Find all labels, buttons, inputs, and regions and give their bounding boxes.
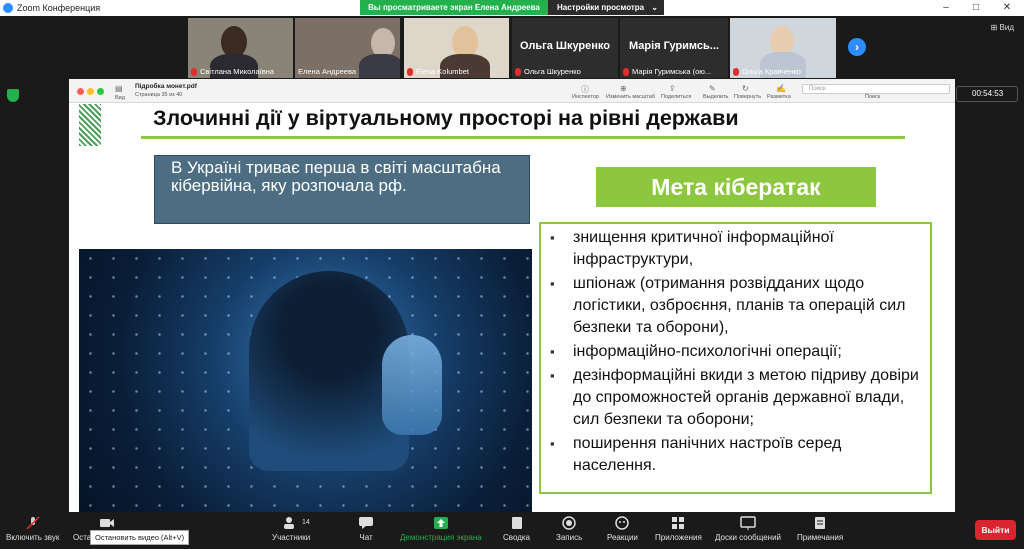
raised-hand — [382, 335, 442, 435]
whiteboard-icon — [740, 516, 756, 530]
notes-button[interactable]: Примечания — [797, 516, 843, 542]
participant-tile[interactable]: Elena Kolumbet — [404, 18, 509, 78]
inspector-label: Инспектор — [572, 94, 599, 100]
screen-share-banner: Вы просматриваете экран Елена Андреева Н… — [360, 0, 664, 15]
participant-name: Elena Kolumbet — [407, 67, 469, 76]
share-icon[interactable]: ⇪ — [669, 84, 676, 93]
unmute-button[interactable]: Включить звук — [6, 516, 59, 542]
bullet-item: інформаційно-психологічні операції; — [550, 341, 926, 363]
pdf-viewer-toolbar: ▤ Вид Підробка монет.pdf Страница 35 из … — [69, 79, 955, 103]
mic-muted-icon — [623, 67, 629, 76]
zoom-app-icon — [3, 3, 13, 13]
maximize-button[interactable]: □ — [961, 0, 991, 16]
smiley-icon — [615, 516, 630, 530]
intro-box: В Україні триває перша в світі масштабна… — [154, 155, 530, 224]
share-label: Поделиться — [661, 94, 692, 100]
participant-name: Ольга Шкуренко — [515, 67, 581, 76]
participant-tile[interactable]: Світлана Миколаївна — [188, 18, 293, 78]
bullet-item: поширення панічних настроїв серед населе… — [550, 433, 926, 477]
video-camera-icon — [100, 519, 115, 527]
slide-title: Злочинні дії у віртуальному просторі на … — [153, 106, 739, 130]
mic-muted-icon — [191, 67, 197, 76]
participant-name: Елена Андреева — [298, 67, 357, 76]
minimize-button[interactable]: – — [931, 0, 961, 16]
participants-count: 14 — [302, 519, 310, 526]
leave-meeting-button[interactable]: Выйти — [975, 520, 1016, 540]
participant-display-name: Ольга Шкуренко — [519, 40, 610, 52]
hacker-illustration — [79, 249, 532, 520]
participant-tile[interactable]: Марія Гуримсь... Марія Гуримська (ою... — [620, 18, 728, 78]
share-screen-button[interactable]: Демонстрация экрана — [400, 516, 482, 542]
participant-video-body — [359, 54, 400, 78]
sidebar-icon[interactable]: ▤ — [115, 84, 123, 93]
participant-tile[interactable]: Ольга Шкуренко Ольга Шкуренко — [512, 18, 618, 78]
mic-muted-icon — [407, 67, 413, 76]
notes-icon — [815, 517, 826, 529]
view-settings-button[interactable]: Настройки просмотра ⌄ — [548, 0, 664, 15]
mic-muted-icon — [733, 67, 739, 76]
participant-name: Ольга Кравченко — [733, 67, 801, 76]
highlight-label: Выделить — [703, 94, 729, 100]
participant-display-name: Марія Гуримсь... — [629, 40, 719, 52]
pdf-search-input[interactable]: Поиск — [802, 84, 950, 94]
view-button[interactable]: ⊞ Вид — [991, 23, 1014, 32]
close-button[interactable]: ✕ — [992, 0, 1022, 16]
chat-icon — [359, 517, 373, 529]
highlight-icon[interactable]: ✎ — [709, 84, 716, 93]
bullet-item: дезінформаційні вкиди з метою підриву до… — [550, 365, 926, 431]
summary-icon — [511, 517, 522, 529]
view-settings-label: Настройки просмотра — [557, 3, 645, 12]
goal-bullet-list: знищення критичної інформаційної інфраст… — [539, 222, 932, 494]
video-tooltip: Остановить видео (Alt+V) — [90, 530, 190, 545]
pdf-file-name: Підробка монет.pdf — [135, 83, 197, 90]
participant-name: Світлана Миколаївна — [191, 67, 274, 76]
close-window-dot[interactable] — [77, 88, 84, 95]
reactions-button[interactable]: Реакции — [607, 516, 638, 542]
bullet-item: шпіонаж (отримання розвідданих щодо логі… — [550, 273, 926, 339]
participant-tile[interactable]: Ольга Кравченко — [730, 18, 836, 78]
slide: Злочинні дії у віртуальному просторі на … — [79, 104, 955, 520]
participant-name: Марія Гуримська (ою... — [623, 67, 711, 76]
pdf-search-label: Поиск — [865, 94, 881, 100]
mic-off-icon — [26, 516, 40, 530]
zoom-label: Изменить масштаб — [606, 94, 656, 100]
next-participants-arrow-icon[interactable]: › — [848, 38, 866, 56]
minimize-window-dot[interactable] — [87, 88, 94, 95]
window-title: Zoom Конференция — [17, 3, 101, 13]
bullet-item: знищення критичної інформаційної інфраст… — [550, 227, 926, 271]
whiteboards-button[interactable]: Доски сообщений — [715, 516, 781, 542]
markup-label: Разметка — [767, 94, 791, 100]
meeting-timer: 00:54:53 — [956, 86, 1018, 102]
record-button[interactable]: Запись — [556, 516, 582, 542]
participant-tile[interactable]: Елена Андреева — [295, 18, 400, 78]
zoom-window-dot[interactable] — [97, 88, 104, 95]
view-label: Вид — [999, 23, 1014, 32]
title-underline — [141, 136, 905, 139]
zoom-icon[interactable]: ⊕ — [620, 84, 627, 93]
mic-muted-icon — [515, 67, 521, 76]
summary-button[interactable]: Сводка — [503, 516, 530, 542]
share-screen-icon — [433, 517, 448, 529]
people-icon — [284, 517, 295, 529]
chat-button[interactable]: Чат — [358, 516, 374, 542]
rotate-label: Повернуть — [734, 94, 762, 100]
view-menu-label[interactable]: Вид — [115, 95, 125, 101]
apps-icon — [672, 517, 685, 529]
leaf-decoration — [79, 104, 101, 146]
security-shield-icon[interactable] — [7, 89, 19, 102]
apps-button[interactable]: Приложения — [655, 516, 702, 542]
rotate-icon[interactable]: ↻ — [742, 84, 749, 93]
goal-heading: Мета кібератак — [596, 167, 876, 207]
sharing-indicator: Вы просматриваете экран Елена Андреева — [360, 0, 548, 15]
pdf-page-info: Страница 35 из 40 — [135, 92, 183, 98]
chevron-down-icon: ⌄ — [651, 3, 658, 12]
shared-screen[interactable]: ▤ Вид Підробка монет.pdf Страница 35 из … — [69, 79, 955, 520]
record-icon — [562, 516, 576, 530]
markup-icon[interactable]: ✍ — [776, 84, 786, 93]
